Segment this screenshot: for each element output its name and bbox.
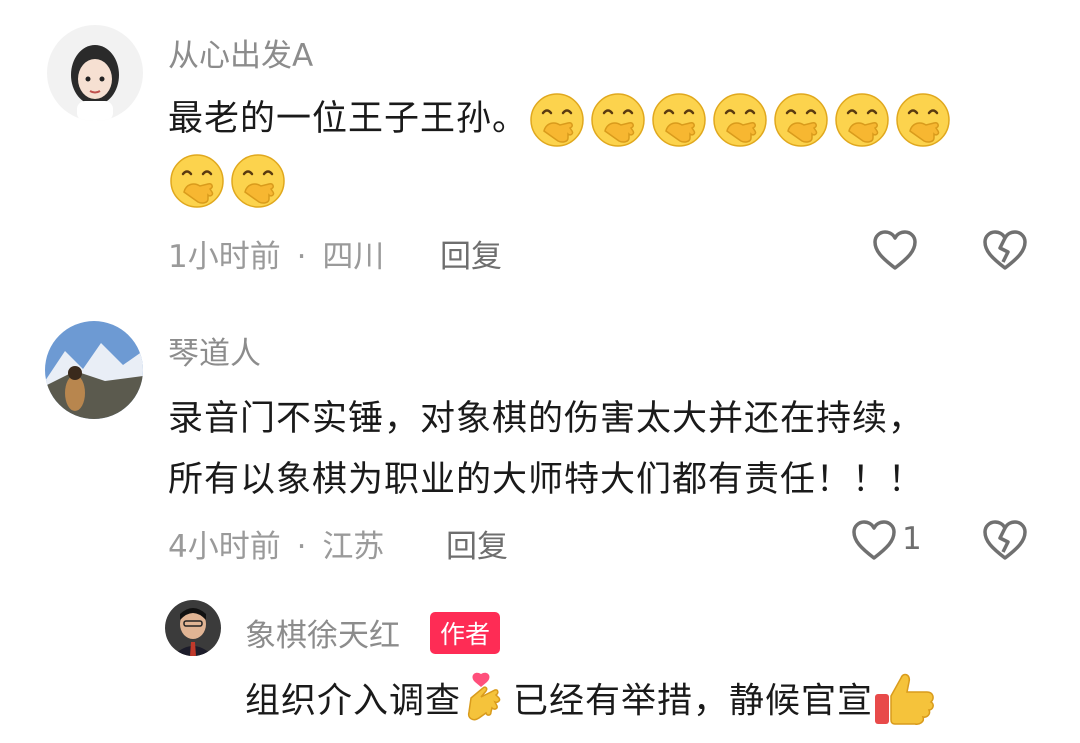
hand-over-mouth-emoji (528, 91, 586, 149)
meta-separator: · (296, 239, 307, 275)
hand-over-mouth-emoji (894, 91, 952, 149)
hand-over-mouth-emoji (833, 91, 891, 149)
hand-over-mouth-emoji (168, 152, 226, 210)
hand-over-mouth-emoji (772, 91, 830, 149)
comment-location: 四川 (322, 239, 385, 275)
hand-over-mouth-emoji (229, 152, 287, 210)
broken-heart-icon[interactable] (982, 229, 1028, 275)
hand-over-mouth-emoji (711, 91, 769, 149)
reply-button[interactable]: 回复 (446, 521, 508, 566)
heart-outline-icon[interactable] (872, 229, 918, 275)
comment-text-line2: 所有以象棋为职业的大师特大们都有责任！！！ (168, 460, 925, 500)
avatar[interactable] (45, 321, 143, 419)
comment-meta: 1小时前 · 四川 (168, 231, 384, 276)
hand-over-mouth-emoji (650, 91, 708, 149)
emoji-row-1 (528, 93, 955, 147)
thumbs-up-emoji (873, 668, 937, 737)
comment-username[interactable]: 从心出发A (168, 30, 313, 75)
broken-heart-icon[interactable] (982, 519, 1028, 565)
comment-username[interactable]: 琴道人 (168, 328, 261, 373)
comment-text: 最老的一位王子王孙。 (168, 90, 955, 149)
meta-separator: · (296, 529, 307, 565)
reply-text: 组织介入调查 已经有举措，静候官宣 (245, 668, 937, 737)
comment-location: 江苏 (322, 529, 385, 565)
reply-button[interactable]: 回复 (440, 231, 502, 276)
like-count: 1 (902, 521, 922, 557)
comment-text: 录音门不实锤，对象棋的伤害太大并还在持续， (168, 399, 925, 439)
emoji-row-2 (168, 154, 290, 208)
heart-hand-emoji (461, 670, 513, 735)
avatar[interactable] (47, 25, 143, 121)
author-badge: 作者 (430, 612, 501, 654)
comment-meta: 4小时前 · 江苏 (168, 521, 384, 566)
comment-time: 1小时前 (168, 239, 281, 275)
reply-text-part2: 已经有举措，静候官宣 (513, 681, 874, 722)
comment-text-line2 (168, 152, 290, 210)
reply-text-part1: 组织介入调查 (245, 681, 462, 722)
reply-username[interactable]: 象棋徐天红 (245, 610, 400, 655)
comment-time: 4小时前 (168, 529, 281, 565)
comment-text-content: 最老的一位王子王孙。 (168, 99, 529, 139)
hand-over-mouth-emoji (589, 91, 647, 149)
heart-outline-icon[interactable] (851, 519, 897, 565)
avatar[interactable] (165, 600, 221, 656)
